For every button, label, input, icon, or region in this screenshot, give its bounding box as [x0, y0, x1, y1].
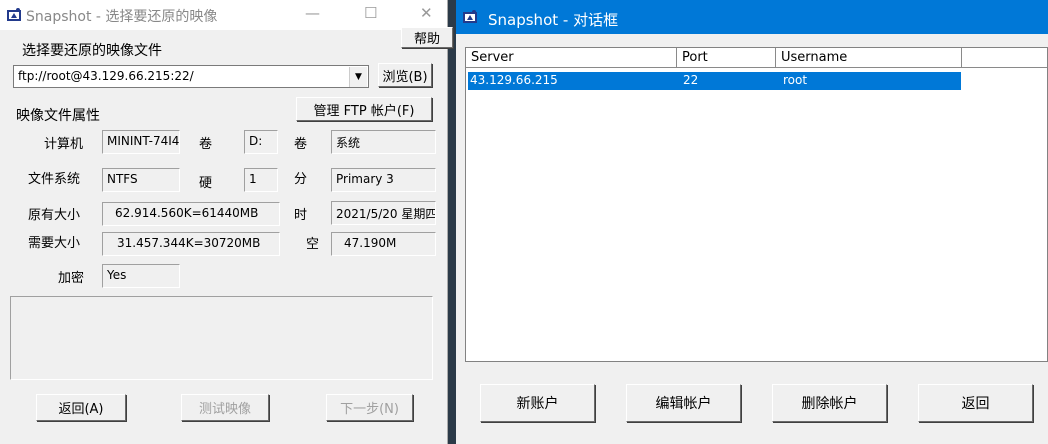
filesystem-field: NTFS — [102, 168, 180, 192]
image-properties-label: 映像文件属性 — [16, 108, 100, 124]
edit-account-button[interactable]: 编辑帐户 — [626, 384, 741, 422]
close-icon[interactable]: ✕ — [420, 4, 433, 22]
ftp-account-list[interactable]: Server Port Username 43.129.66.215 22 ro… — [465, 47, 1048, 362]
computer-field: MININT-74I4 — [102, 130, 180, 154]
dialog-title: Snapshot - 对话框 — [488, 11, 619, 29]
column-header-username[interactable]: Username — [776, 48, 962, 68]
encrypt-label: 加密 — [58, 271, 85, 286]
delete-account-button[interactable]: 删除帐户 — [772, 384, 887, 422]
test-image-button[interactable]: 测试映像 — [181, 394, 269, 421]
help-button[interactable]: 帮助 — [401, 27, 453, 48]
row-username: root — [783, 73, 808, 87]
maximize-icon[interactable]: ☐ — [364, 4, 377, 22]
time-field: 2021/5/20 星期四 — [331, 201, 436, 225]
original-size-label: 原有大小 — [28, 208, 81, 223]
filesystem-label: 文件系统 — [28, 172, 81, 187]
dropdown-arrow-icon[interactable]: ▼ — [349, 67, 367, 87]
ftp-account-dialog: Snapshot - 对话框 Server Port Username 43.1… — [456, 0, 1048, 444]
volume-name-label: 卷 — [294, 137, 308, 152]
partition-field: Primary 3 — [331, 168, 436, 192]
computer-label: 计算机 — [44, 137, 84, 152]
back-button[interactable]: 返回(A) — [36, 394, 126, 421]
row-server: 43.129.66.215 — [470, 73, 558, 87]
column-header-server[interactable]: Server — [466, 48, 677, 68]
next-button[interactable]: 下一步(N) — [326, 394, 413, 421]
disk-field: 1 — [244, 168, 278, 192]
image-path-value: ftp://root@43.129.66.215:22/ — [18, 69, 194, 83]
disk-label: 硬 — [199, 176, 213, 191]
browse-button[interactable]: 浏览(B) — [378, 63, 432, 87]
right-title-bar: Snapshot - 对话框 — [456, 0, 1048, 34]
image-file-label: 选择要还原的映像文件 — [22, 43, 162, 59]
free-space-label: 空 — [306, 237, 320, 252]
minimize-icon[interactable]: — — [305, 4, 320, 22]
volume-label: 卷 — [199, 137, 213, 152]
left-title-bar: Snapshot - 选择要还原的映像 — ☐ ✕ — [0, 0, 447, 30]
column-header-filler — [962, 48, 1047, 68]
description-box — [10, 296, 433, 380]
free-space-field: 47.190M — [331, 232, 436, 256]
left-window-title: Snapshot - 选择要还原的映像 — [26, 9, 218, 25]
original-size-field: 62.914.560K=61440MB — [102, 202, 280, 226]
required-size-label: 需要大小 — [28, 236, 81, 251]
new-account-button[interactable]: 新账户 — [480, 384, 595, 422]
image-path-combo[interactable]: ftp://root@43.129.66.215:22/ ▼ — [13, 65, 369, 88]
partition-label: 分 — [294, 172, 308, 187]
required-size-field: 31.457.344K=30720MB — [102, 232, 280, 256]
row-port: 22 — [683, 73, 699, 87]
snapshot-app-icon — [6, 7, 22, 23]
snapshot-app-icon — [462, 9, 478, 25]
restore-image-window: Snapshot - 选择要还原的映像 — ☐ ✕ 帮助 选择要还原的映像文件 … — [0, 0, 453, 444]
dialog-back-button[interactable]: 返回 — [918, 384, 1033, 422]
manage-ftp-button[interactable]: 管理 FTP 帐户(F) — [296, 97, 432, 121]
column-header-port[interactable]: Port — [677, 48, 776, 68]
volume-name-field: 系统 — [331, 130, 436, 154]
volume-field: D: — [244, 130, 278, 154]
time-label: 时 — [294, 208, 308, 223]
encrypt-field: Yes — [102, 264, 180, 288]
